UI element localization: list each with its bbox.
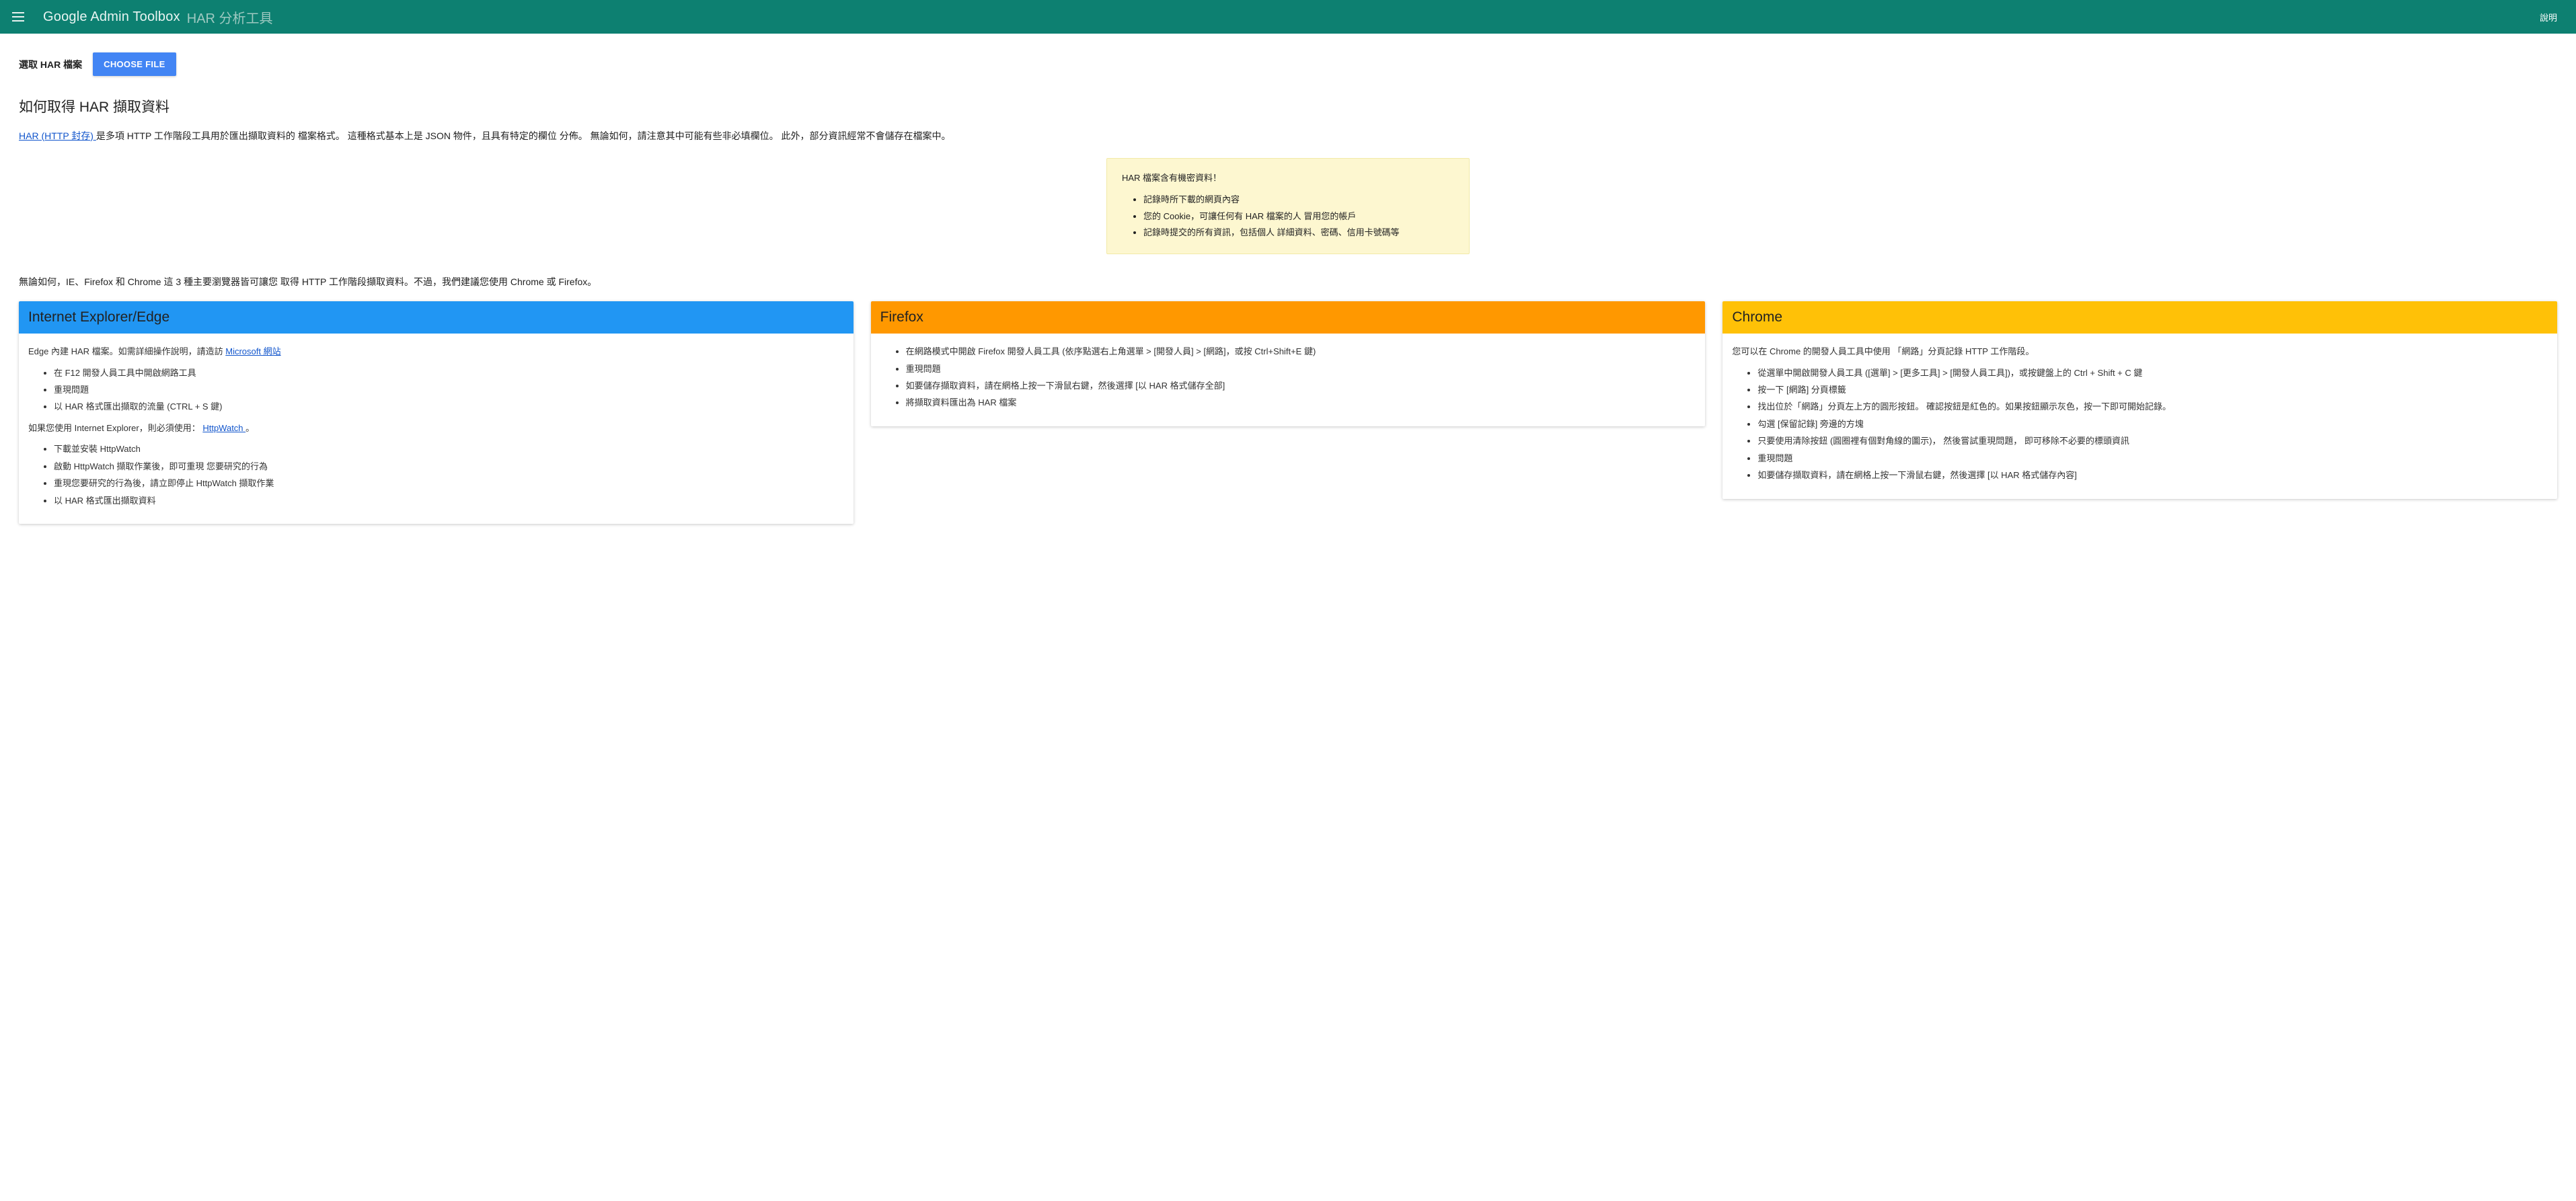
intro-paragraph: HAR (HTTP 封存) 是多項 HTTP 工作階段工具用於匯出擷取資料的 檔… xyxy=(19,128,2557,143)
browser-cards: Internet Explorer/Edge Edge 內建 HAR 檔案。如需… xyxy=(19,301,2557,524)
card-paragraph: 您可以在 Chrome 的開發人員工具中使用 「網路」分頁記錄 HTTP 工作階… xyxy=(1732,344,2548,358)
card-chrome: Chrome 您可以在 Chrome 的開發人員工具中使用 「網路」分頁記錄 H… xyxy=(1722,301,2557,499)
list-item: 勾選 [保留記錄] 旁邊的方塊 xyxy=(1757,417,2548,431)
card-paragraph: 如果您使用 Internet Explorer，則必須使用： HttpWatch… xyxy=(28,421,844,435)
intro-text: 是多項 HTTP 工作階段工具用於匯出擷取資料的 檔案格式。 這種格式基本上是 … xyxy=(96,130,951,141)
card-body: 在網路模式中開啟 Firefox 開發人員工具 (依序點選右上角選單 > [開發… xyxy=(871,334,1706,426)
card-header: Chrome xyxy=(1722,301,2557,334)
file-select-label: 選取 HAR 檔案 xyxy=(19,58,82,71)
list-item: 將擷取資料匯出為 HAR 檔案 xyxy=(906,395,1696,410)
list-item: 找出位於「網路」分頁左上方的圓形按鈕。 確認按鈕是紅色的。如果按鈕顯示灰色，按一… xyxy=(1757,399,2548,414)
card-body: 您可以在 Chrome 的開發人員工具中使用 「網路」分頁記錄 HTTP 工作階… xyxy=(1722,334,2557,499)
card-firefox: Firefox 在網路模式中開啟 Firefox 開發人員工具 (依序點選右上角… xyxy=(871,301,1706,426)
card-list: 下載並安裝 HttpWatch 啟動 HttpWatch 擷取作業後，即可重現 … xyxy=(28,442,844,508)
list-item: 只要使用清除按鈕 (圓圈裡有個對角線的圖示)， 然後嘗試重現問題， 即可移除不必… xyxy=(1757,434,2548,448)
card-header: Firefox xyxy=(871,301,1706,334)
card-list: 在 F12 開發人員工具中開啟網路工具 重現問題 以 HAR 格式匯出擷取的流量… xyxy=(28,366,844,414)
brand-title: Google Admin Toolbox xyxy=(43,9,180,25)
list-item: 您的 Cookie，可讓任何有 HAR 檔案的人 冒用您的帳戶 xyxy=(1143,209,1454,224)
warning-title: HAR 檔案含有機密資料！ xyxy=(1122,171,1454,186)
list-item: 啟動 HttpWatch 擷取作業後，即可重現 您要研究的行為 xyxy=(54,459,844,473)
list-item: 如要儲存擷取資料，請在網格上按一下滑鼠右鍵，然後選擇 [以 HAR 格式儲存全部… xyxy=(906,379,1696,393)
brand-subtitle: HAR 分析工具 xyxy=(187,7,273,27)
choose-file-button[interactable]: CHOOSE FILE xyxy=(93,52,176,76)
list-item: 下載並安裝 HttpWatch xyxy=(54,442,844,456)
help-link[interactable]: 說明 xyxy=(2533,7,2564,28)
list-item: 在 F12 開發人員工具中開啟網路工具 xyxy=(54,366,844,380)
list-item: 重現問題 xyxy=(906,362,1696,376)
card-list: 在網路模式中開啟 Firefox 開發人員工具 (依序點選右上角選單 > [開發… xyxy=(880,344,1696,410)
list-item: 重現問題 xyxy=(54,383,844,397)
card-ie-edge: Internet Explorer/Edge Edge 內建 HAR 檔案。如需… xyxy=(19,301,854,524)
section-title: 如何取得 HAR 擷取資料 xyxy=(19,96,2557,116)
list-item: 記錄時提交的所有資訊，包括個人 詳細資料、密碼、信用卡號碼等 xyxy=(1143,225,1454,240)
har-format-link[interactable]: HAR (HTTP 封存) xyxy=(19,130,96,141)
httpwatch-link[interactable]: HttpWatch xyxy=(202,423,245,433)
list-item: 在網路模式中開啟 Firefox 開發人員工具 (依序點選右上角選單 > [開發… xyxy=(906,344,1696,358)
card-header: Internet Explorer/Edge xyxy=(19,301,854,334)
list-item: 以 HAR 格式匯出擷取的流量 (CTRL + S 鍵) xyxy=(54,399,844,414)
list-item: 重現問題 xyxy=(1757,451,2548,465)
warning-box: HAR 檔案含有機密資料！ 記錄時所下載的網頁內容 您的 Cookie，可讓任何… xyxy=(1106,158,1470,254)
list-item: 記錄時所下載的網頁內容 xyxy=(1143,192,1454,207)
app-header: Google Admin Toolbox HAR 分析工具 說明 xyxy=(0,0,2576,34)
microsoft-site-link[interactable]: Microsoft 網站 xyxy=(225,346,280,356)
browsers-intro: 無論如何，IE、Firefox 和 Chrome 這 3 種主要瀏覽器皆可讓您 … xyxy=(19,274,2557,289)
file-select-row: 選取 HAR 檔案 CHOOSE FILE xyxy=(19,52,2557,76)
list-item: 以 HAR 格式匯出擷取資料 xyxy=(54,494,844,508)
card-list: 從選單中開啟開發人員工具 ([選單] > [更多工具] > [開發人員工具])，… xyxy=(1732,366,2548,483)
warning-list: 記錄時所下載的網頁內容 您的 Cookie，可讓任何有 HAR 檔案的人 冒用您… xyxy=(1122,192,1454,239)
main-content: 選取 HAR 檔案 CHOOSE FILE 如何取得 HAR 擷取資料 HAR … xyxy=(0,34,2576,551)
menu-icon[interactable] xyxy=(12,9,28,25)
list-item: 重現您要研究的行為後，請立即停止 HttpWatch 擷取作業 xyxy=(54,476,844,490)
card-paragraph: Edge 內建 HAR 檔案。如需詳細操作說明，請造訪 Microsoft 網站 xyxy=(28,344,844,358)
list-item: 按一下 [網路] 分頁標籤 xyxy=(1757,383,2548,397)
card-body: Edge 內建 HAR 檔案。如需詳細操作說明，請造訪 Microsoft 網站… xyxy=(19,334,854,524)
list-item: 從選單中開啟開發人員工具 ([選單] > [更多工具] > [開發人員工具])，… xyxy=(1757,366,2548,380)
list-item: 如要儲存擷取資料，請在網格上按一下滑鼠右鍵，然後選擇 [以 HAR 格式儲存內容… xyxy=(1757,468,2548,482)
